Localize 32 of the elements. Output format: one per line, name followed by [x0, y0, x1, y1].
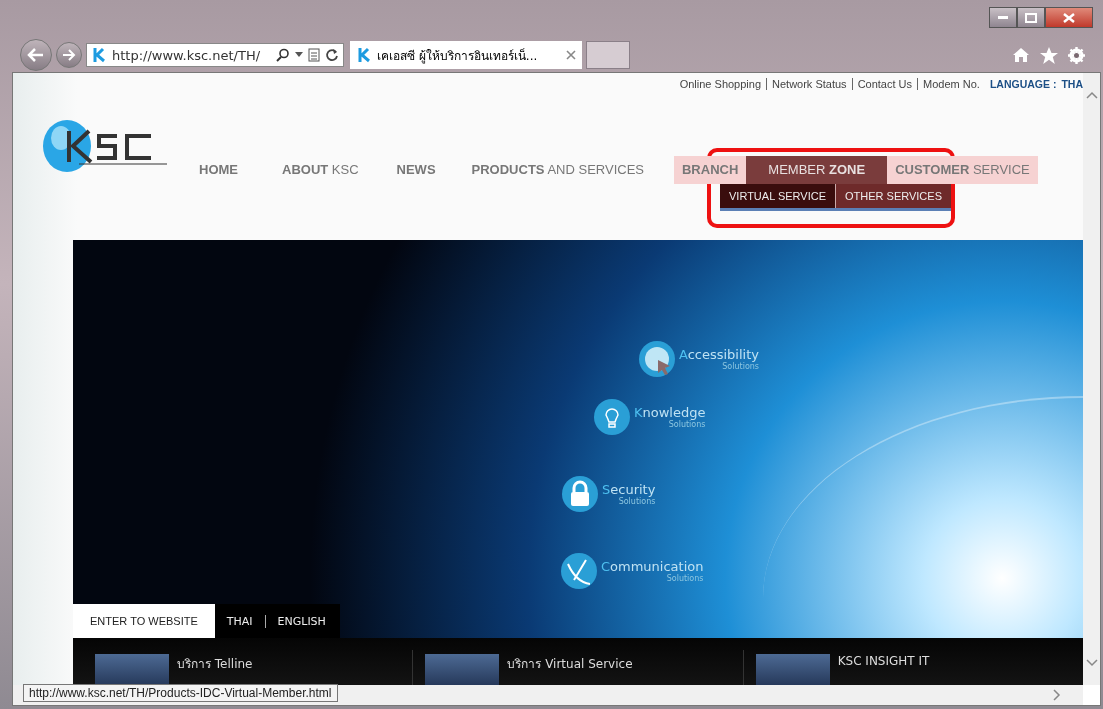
news-title[interactable]: KSC INSIGHT IT	[837, 654, 930, 685]
nav-item[interactable]: NEWS	[396, 156, 436, 184]
browser-tab[interactable]: เคเอสซี ผู้ให้บริการอินเทอร์เน็...	[350, 41, 582, 69]
top-link[interactable]: Contact Us	[851, 78, 913, 90]
address-text: http://www.ksc.net/TH/	[112, 47, 262, 63]
language-link[interactable]: THA	[1061, 78, 1083, 90]
enter-website-button[interactable]: ENTER TO WEBSITE	[73, 604, 215, 638]
language-link[interactable]: ENGLISH	[264, 614, 326, 628]
solution-title: Accessibility	[679, 347, 759, 362]
top-link[interactable]: Online Shopping	[679, 78, 762, 90]
news-title[interactable]: บริการ Telline	[177, 654, 253, 685]
nav-item[interactable]: MEMBER ZONE	[746, 156, 888, 184]
solution-subtitle: Solutions	[668, 420, 706, 429]
news-title[interactable]: บริการ Virtual Service	[507, 654, 633, 685]
submenu-item[interactable]: OTHER SERVICES	[836, 184, 951, 208]
tab-title: เคเอสซี ผู้ให้บริการอินเทอร์เน็...	[377, 47, 539, 65]
language-label: LANGUAGE :	[989, 78, 1057, 90]
language-link[interactable]: THAI	[226, 614, 253, 628]
nav-item[interactable]: HOME	[199, 156, 238, 184]
nav-item[interactable]: ABOUT KSC	[282, 156, 359, 184]
solution-title: Security	[602, 482, 656, 497]
nav-item[interactable]: PRODUCTS AND SERVICES	[471, 156, 644, 184]
solution-subtitle: Solutions	[618, 497, 656, 506]
submenu-item[interactable]: VIRTUAL SERVICE	[720, 184, 836, 208]
solution-title: Communication	[601, 559, 704, 574]
top-link[interactable]: Network Status	[766, 78, 847, 90]
top-link[interactable]: Modem No.	[917, 78, 980, 90]
solution-title: Knowledge	[634, 405, 706, 420]
solution-subtitle: Solutions	[666, 574, 704, 583]
status-url-tooltip: http://www.ksc.net/TH/Products-IDC-Virtual-Member.html	[23, 684, 338, 702]
solution-subtitle: Solutions	[722, 362, 759, 371]
address-bar[interactable]: http://www.ksc.net/TH/	[86, 43, 344, 67]
